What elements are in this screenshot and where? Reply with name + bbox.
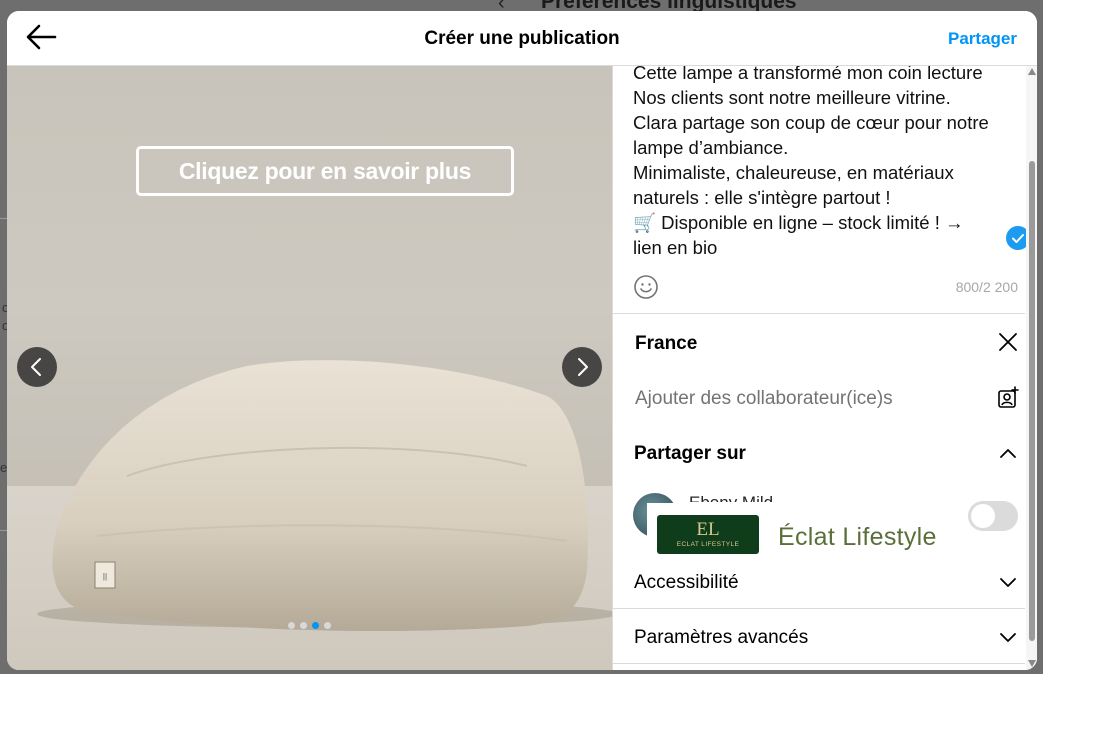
toggle-knob — [971, 504, 995, 528]
close-icon — [999, 333, 1017, 351]
brand-logo-text: ECLAT LIFESTYLE — [676, 541, 740, 548]
caption-line: 🛒 Disponible en ligne – stock limité ! → — [633, 212, 964, 233]
carousel-dot — [324, 622, 331, 629]
caption-line: Cette lampe a transformé mon coin lectur… — [633, 66, 983, 83]
scroll-up-arrow-icon[interactable] — [1028, 68, 1036, 75]
brand-logo: EL ECLAT LIFESTYLE — [657, 515, 759, 554]
scrollbar[interactable] — [1026, 66, 1037, 670]
share-on-heading: Partager sur — [634, 443, 746, 464]
caption-line: Minimaliste, chaleureuse, en matériaux — [633, 162, 954, 183]
chevron-down-icon — [1000, 578, 1016, 587]
chevron-down-icon — [1000, 633, 1016, 642]
advanced-settings-expand-button[interactable] — [996, 625, 1020, 649]
add-collaborators-button[interactable] — [996, 386, 1020, 410]
add-collaborators-field[interactable]: Ajouter des collaborateur(ice)s — [635, 388, 893, 410]
carousel-dots — [288, 622, 331, 629]
svg-text:||: || — [103, 572, 107, 581]
caption-line: lampe d’ambiance. — [633, 137, 789, 158]
create-post-modal: Créer une publication Partager || Clique… — [7, 11, 1037, 670]
smiley-icon — [634, 275, 658, 299]
divider — [613, 663, 1025, 664]
accessibility-section[interactable]: Accessibilité — [634, 572, 739, 594]
caption-line: Nos clients sont notre meilleure vitrine… — [633, 87, 951, 108]
caption-line: lien en bio — [633, 237, 718, 258]
share-button[interactable]: Partager — [948, 29, 1017, 49]
add-user-icon — [998, 386, 1019, 408]
scrollbar-thumb[interactable] — [1029, 161, 1035, 641]
chevron-up-icon — [1000, 449, 1016, 458]
advanced-settings-section[interactable]: Paramètres avancés — [634, 627, 808, 649]
chevron-left-icon — [31, 358, 41, 376]
character-count: 800/2 200 — [955, 279, 1018, 295]
divider — [613, 313, 1025, 314]
brand-name: Éclat Lifestyle — [778, 523, 937, 551]
emoji-button[interactable] — [633, 274, 659, 300]
carousel-dot-active — [312, 622, 319, 629]
share-toggle[interactable] — [968, 501, 1018, 531]
location-value[interactable]: France — [635, 333, 697, 355]
modal-title: Créer une publication — [424, 28, 620, 49]
caption-line: naturels : elle s'intègre partout ! — [633, 187, 891, 208]
post-settings-panel: Cette lampe a transformé mon coin lectur… — [612, 66, 1037, 670]
cta-text: Cliquez pour en savoir plus — [178, 158, 472, 184]
modal-header: Créer une publication Partager — [7, 11, 1037, 66]
carousel-dot — [288, 622, 295, 629]
cta-overlay[interactable]: Cliquez pour en savoir plus — [136, 146, 514, 196]
chevron-right-icon — [578, 358, 588, 376]
next-slide-button[interactable] — [562, 347, 602, 387]
share-on-collapse-button[interactable] — [996, 441, 1020, 465]
carousel-dot — [300, 622, 307, 629]
divider — [613, 608, 1025, 609]
brand-logo-mark: EL — [696, 519, 720, 540]
accessibility-expand-button[interactable] — [996, 570, 1020, 594]
brand-logo-overlay: EL ECLAT LIFESTYLE Éclat Lifestyle — [647, 503, 947, 558]
caption-line: Clara partage son coup de cœur pour notr… — [633, 112, 989, 133]
scroll-down-arrow-icon[interactable] — [1028, 660, 1036, 667]
previous-slide-button[interactable] — [17, 347, 57, 387]
caption-textarea[interactable]: Cette lampe a transformé mon coin lectur… — [633, 66, 1021, 260]
media-preview[interactable]: || Cliquez pour en savoir plus — [7, 66, 612, 670]
clear-location-button[interactable] — [996, 330, 1020, 354]
